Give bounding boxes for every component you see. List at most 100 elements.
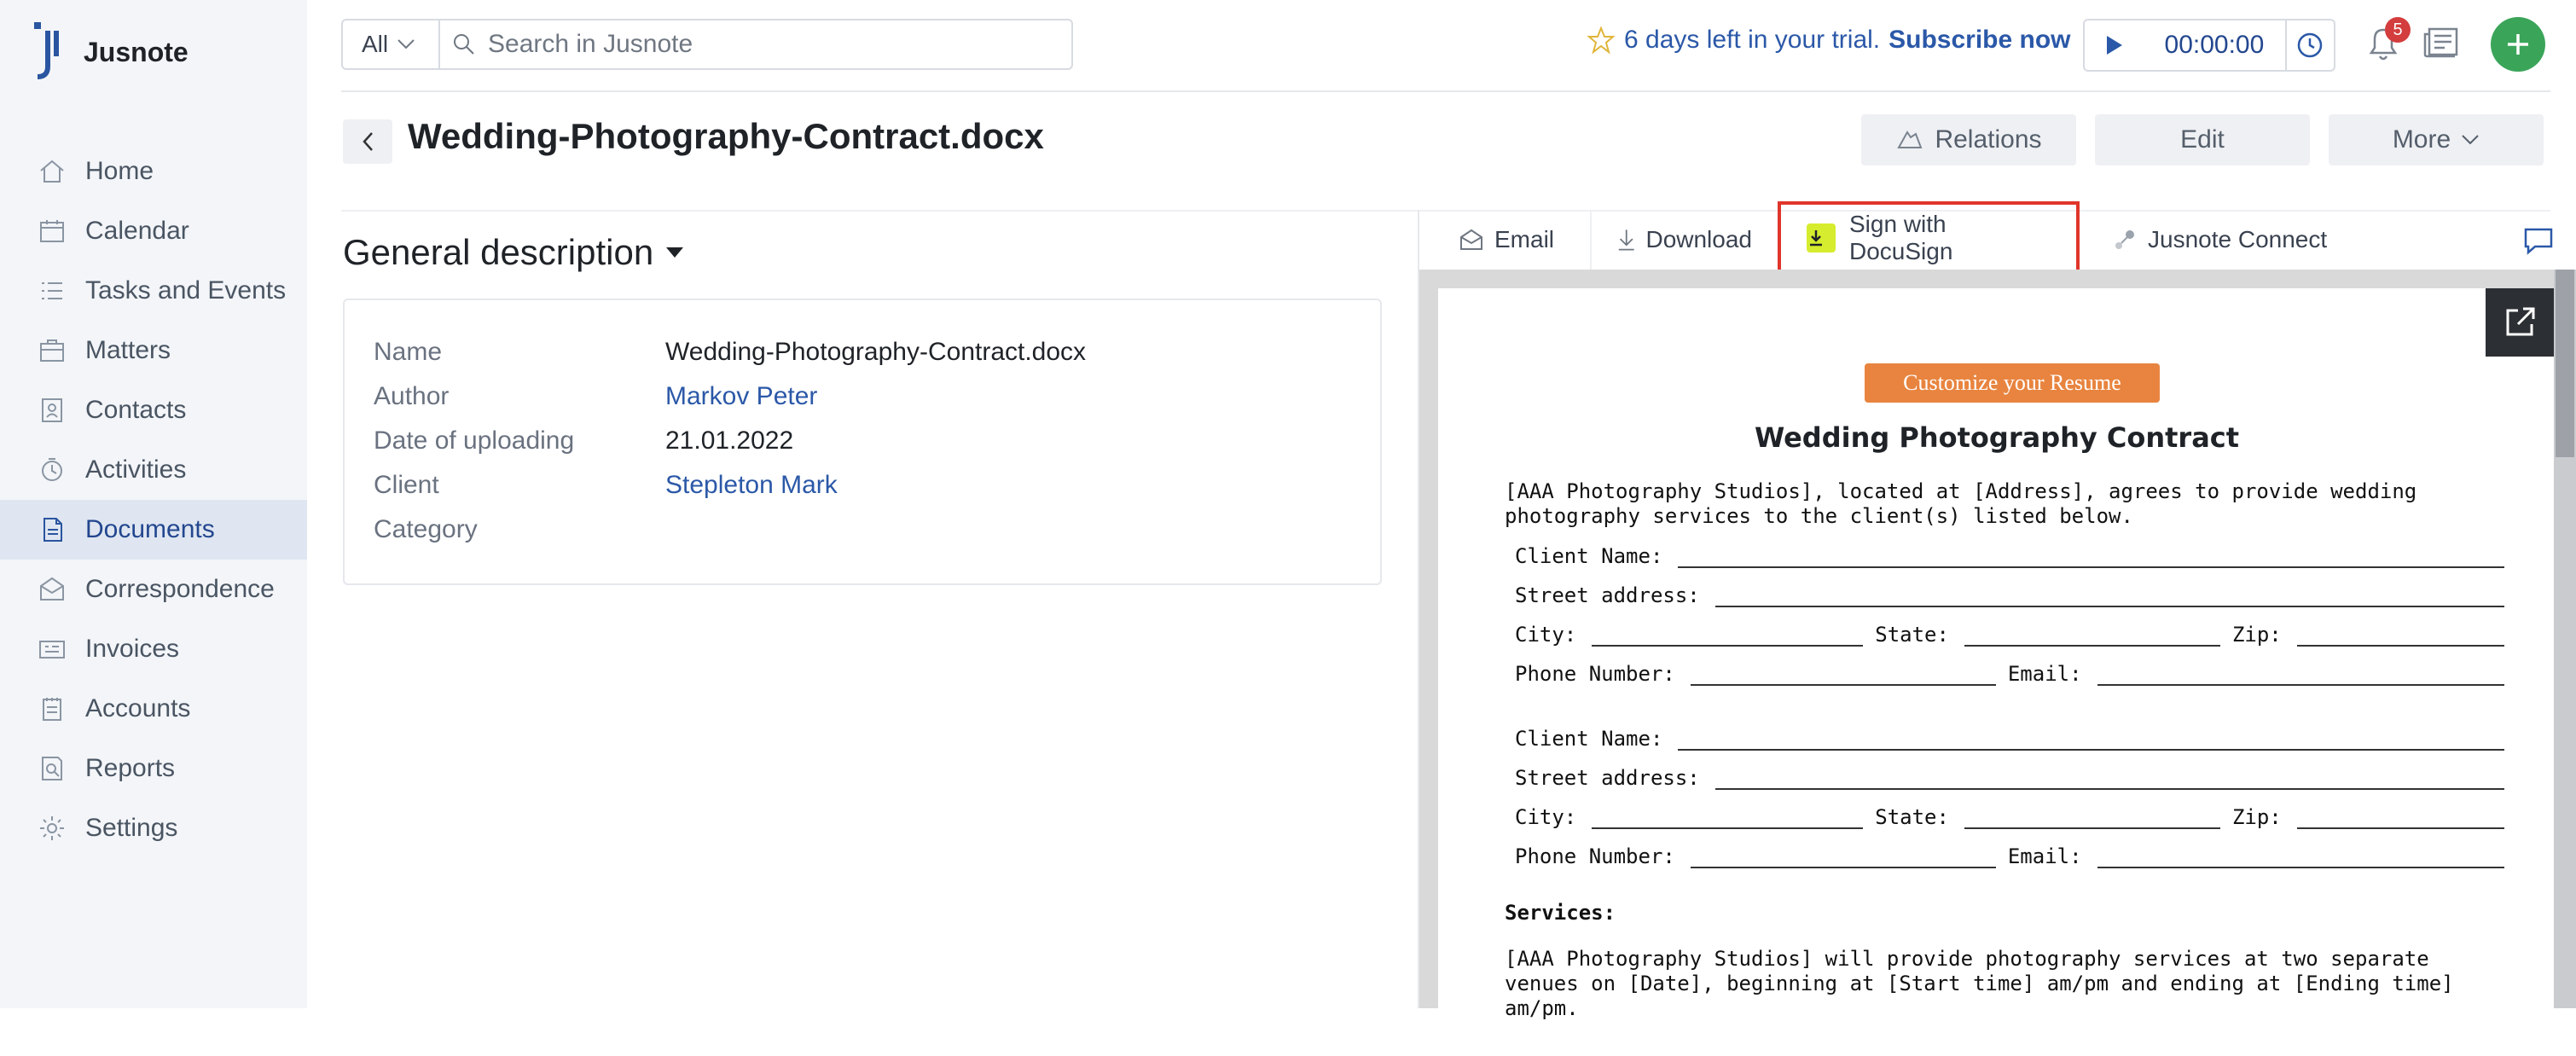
form-line	[1678, 728, 2504, 751]
tasks-icon	[36, 275, 68, 307]
sidebar-item-calendar[interactable]: Calendar	[0, 201, 307, 261]
top-bar: All 6 days left in your trial. Subscribe…	[341, 17, 2550, 73]
form-label: State:	[1875, 805, 1949, 829]
accounts-icon	[36, 693, 68, 725]
app-name: Jusnote	[84, 37, 189, 68]
sidebar-item-label: Matters	[85, 336, 171, 365]
search-scope-dropdown[interactable]: All	[343, 20, 440, 68]
field-label: Author	[374, 382, 665, 411]
sidebar-item-label: Activities	[85, 455, 186, 484]
search-input[interactable]	[488, 30, 1000, 59]
field-row-client: Client Stepleton Mark	[374, 471, 838, 500]
docusign-label: Sign with DocuSign	[1849, 211, 2051, 265]
chevron-down-icon	[2461, 134, 2480, 146]
customize-resume-button[interactable]: Customize your Resume	[1865, 363, 2160, 403]
open-external-button[interactable]	[2486, 288, 2554, 357]
document-page: Customize your Resume Wedding Photograph…	[1438, 288, 2556, 1056]
chevron-left-icon	[361, 131, 374, 153]
field-label: Date of uploading	[374, 426, 665, 455]
add-new-button[interactable]	[2491, 17, 2545, 72]
edit-button[interactable]: Edit	[2095, 114, 2310, 165]
form-row-street: Street address:	[1515, 761, 2504, 790]
news-button[interactable]	[2422, 26, 2465, 68]
sign-with-docusign-button[interactable]: Sign with DocuSign	[1778, 201, 2080, 275]
document-toolbar: Email Download Sign with DocuSign Jusnot…	[1419, 210, 2576, 270]
top-divider	[341, 90, 2550, 92]
history-icon	[2295, 31, 2324, 60]
sidebar-item-invoices[interactable]: Invoices	[0, 619, 307, 679]
sidebar-item-contacts[interactable]: Contacts	[0, 380, 307, 440]
form-line	[1592, 807, 1863, 829]
briefcase-icon	[36, 334, 68, 367]
author-link[interactable]: Markov Peter	[665, 382, 817, 411]
search-icon	[452, 32, 476, 56]
email-button[interactable]: Email	[1419, 210, 1590, 270]
sidebar-item-correspondence[interactable]: Correspondence	[0, 560, 307, 619]
relations-button[interactable]: Relations	[1861, 114, 2076, 165]
sidebar-item-label: Correspondence	[85, 575, 275, 604]
field-row-category: Category	[374, 515, 665, 544]
form-label: Zip:	[2232, 623, 2282, 647]
form-line	[1691, 664, 1996, 686]
form-line	[2297, 807, 2504, 829]
preview-scrollbar[interactable]	[2554, 270, 2576, 1008]
document-intro: [AAA Photography Studios], located at [A…	[1505, 479, 2503, 529]
field-label: Client	[374, 471, 665, 500]
subscribe-link[interactable]: Subscribe now	[1888, 26, 2070, 55]
download-icon	[1617, 227, 1635, 252]
activities-icon	[36, 454, 68, 486]
back-button[interactable]	[343, 119, 392, 164]
client-link[interactable]: Stepleton Mark	[665, 471, 838, 500]
form-label: Street address:	[1515, 583, 1700, 607]
form-line	[1964, 807, 2220, 829]
scrollbar-thumb[interactable]	[2556, 270, 2574, 457]
field-row-name: Name Wedding-Photography-Contract.docx	[374, 338, 1086, 367]
title-actions: Relations Edit More	[1861, 114, 2562, 165]
mail-icon	[36, 573, 68, 606]
app-logo[interactable]: Jusnote	[32, 22, 189, 82]
comment-icon	[2523, 227, 2554, 256]
form-label: Phone Number:	[1515, 844, 1675, 868]
form-line	[1691, 846, 1996, 868]
sidebar-item-tasks[interactable]: Tasks and Events	[0, 261, 307, 321]
contacts-icon	[36, 394, 68, 426]
notifications-button[interactable]: 5	[2364, 22, 2409, 67]
sidebar-item-documents[interactable]: Documents	[0, 500, 307, 560]
comments-button[interactable]	[2523, 227, 2554, 260]
play-icon	[2105, 34, 2124, 56]
jusnote-connect-button[interactable]: Jusnote Connect	[2080, 210, 2353, 270]
sidebar-item-label: Documents	[85, 515, 215, 544]
trial-banner: 6 days left in your trial. Subscribe now	[1587, 26, 2071, 55]
sidebar-item-matters[interactable]: Matters	[0, 321, 307, 380]
reports-icon	[36, 752, 68, 785]
sidebar-item-accounts[interactable]: Accounts	[0, 679, 307, 739]
more-button[interactable]: More	[2329, 114, 2544, 165]
download-label: Download	[1645, 226, 1752, 253]
timer-play-button[interactable]	[2085, 20, 2144, 70]
sidebar-item-settings[interactable]: Settings	[0, 798, 307, 858]
sidebar-item-activities[interactable]: Activities	[0, 440, 307, 500]
search-bar: All	[341, 19, 1073, 70]
document-preview[interactable]: Customize your Resume Wedding Photograph…	[1419, 270, 2576, 1008]
services-heading: Services:	[1505, 901, 2503, 925]
general-description-toggle[interactable]: General description	[343, 232, 684, 273]
document-title: Wedding Photography Contract	[1438, 421, 2556, 454]
timer: 00:00:00	[2083, 19, 2335, 72]
sidebar: Jusnote Home Calendar Tasks and Events M…	[0, 0, 307, 1008]
form-line	[1715, 768, 2504, 790]
form-row-phone-email: Phone Number: Email:	[1515, 839, 2504, 868]
star-icon	[1587, 26, 1616, 55]
download-button[interactable]: Download	[1590, 210, 1778, 270]
form-line	[2097, 664, 2504, 686]
invoice-icon	[36, 633, 68, 665]
form-label: City:	[1515, 623, 1576, 647]
sidebar-item-reports[interactable]: Reports	[0, 739, 307, 798]
jusnote-logo-icon	[32, 22, 67, 82]
sidebar-item-label: Settings	[85, 814, 177, 843]
field-value: 21.01.2022	[665, 426, 793, 455]
sidebar-nav: Home Calendar Tasks and Events Matters C…	[0, 142, 307, 858]
sidebar-item-label: Tasks and Events	[85, 276, 286, 305]
sidebar-item-home[interactable]: Home	[0, 142, 307, 201]
timer-history-button[interactable]	[2285, 20, 2334, 70]
sidebar-item-label: Contacts	[85, 396, 186, 425]
